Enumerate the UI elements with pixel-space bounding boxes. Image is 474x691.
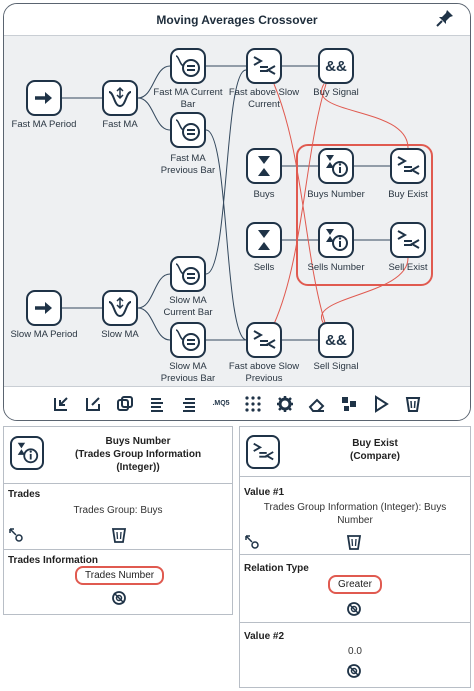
relation-type-label: Relation Type <box>244 563 309 574</box>
trades-information-label: Trades Information <box>8 555 99 566</box>
relation-type-section: Relation Type Greater <box>240 555 470 623</box>
fast-ma-label: Fast MA <box>102 119 138 130</box>
fast-above-slow-current-node[interactable] <box>246 48 282 84</box>
value-1-section: Value #1 Trades Group Information (Integ… <box>240 477 470 555</box>
panel-header: Buys Number (Trades Group Information (I… <box>4 427 232 484</box>
mq5-export-icon[interactable]: .MQ5 <box>205 390 237 418</box>
link-icon[interactable] <box>244 534 260 550</box>
buy-signal-label: Buy Signal <box>313 87 359 98</box>
compare-icon <box>253 56 276 75</box>
trades-value: Trades Group: Buys <box>73 505 163 516</box>
arrow-right-icon <box>35 92 52 104</box>
fast-ma-period-node[interactable] <box>26 80 62 116</box>
series-value-icon <box>175 263 200 285</box>
moving-average-icon <box>108 296 132 318</box>
buy-signal-node[interactable]: && <box>318 48 354 84</box>
fast-ma-previous-bar-node[interactable] <box>170 112 206 148</box>
series-value-icon <box>175 119 200 141</box>
value-2-label: Value #2 <box>244 631 285 642</box>
gear-icon[interactable] <box>269 390 301 418</box>
play-icon[interactable] <box>365 390 397 418</box>
link-icon[interactable] <box>8 527 24 543</box>
sell-signal-node[interactable]: && <box>318 322 354 358</box>
panel-title: Buy Exist (Compare) <box>349 438 400 462</box>
target-icon[interactable] <box>346 601 362 617</box>
slow-ma-previous-bar-node[interactable] <box>170 322 206 358</box>
node-canvas[interactable]: Fast MA Period Fast MA Fast MA Current Ba… <box>4 36 470 388</box>
sells-node[interactable] <box>246 222 282 258</box>
moving-average-icon <box>108 86 132 108</box>
editor-toolbar: .MQ5 <box>4 386 470 420</box>
align-left-icon[interactable] <box>141 390 173 418</box>
fast-ma-previous-bar-label: Fast MA Previous Bar <box>160 153 216 176</box>
import-icon[interactable] <box>45 390 77 418</box>
buys-node[interactable] <box>246 148 282 184</box>
compare-icon <box>246 435 280 469</box>
delete-icon[interactable] <box>111 527 127 543</box>
fast-ma-current-bar-node[interactable] <box>170 48 206 84</box>
slow-ma-current-bar-node[interactable] <box>170 256 206 292</box>
editor-title: Moving Averages Crossover <box>4 4 470 36</box>
sell-signal-label: Sell Signal <box>313 361 359 372</box>
value-2-section: Value #2 0.0 <box>240 623 470 687</box>
target-icon[interactable] <box>346 663 362 679</box>
trades-information-section: Trades Information Trades Number <box>4 550 232 614</box>
value-1-value: Trades Group Information (Integer): Buys… <box>263 502 447 526</box>
strategy-editor: Moving Averages Crossover Fast MA Period… <box>3 3 471 421</box>
slow-ma-current-bar-label: Slow MA Current Bar <box>163 295 213 318</box>
series-value-icon <box>175 55 200 77</box>
panel-title: Buys Number (Trades Group Information (I… <box>74 436 202 473</box>
layout-icon[interactable] <box>333 390 365 418</box>
value-1-label: Value #1 <box>244 487 285 498</box>
slow-ma-node[interactable] <box>102 290 138 326</box>
fast-ma-node[interactable] <box>102 80 138 116</box>
pin-icon[interactable] <box>434 7 456 29</box>
copy-icon[interactable] <box>109 390 141 418</box>
slow-ma-period-node[interactable] <box>26 290 62 326</box>
value-2-value: 0.0 <box>348 646 362 657</box>
align-right-icon[interactable] <box>173 390 205 418</box>
target-icon[interactable] <box>111 590 127 606</box>
buys-number-properties-panel: Buys Number (Trades Group Information (I… <box>3 426 233 615</box>
delete-icon[interactable] <box>397 390 429 418</box>
trades-group-icon <box>258 156 270 176</box>
eraser-icon[interactable] <box>301 390 333 418</box>
fast-above-slow-previous-node[interactable] <box>246 322 282 358</box>
trades-information-select[interactable]: Trades Number <box>75 566 165 585</box>
series-value-icon <box>175 329 200 351</box>
delete-icon[interactable] <box>346 534 362 550</box>
panel-header: Buy Exist (Compare) <box>240 427 470 477</box>
selection-highlight <box>296 144 433 286</box>
trades-group-icon <box>258 230 270 250</box>
slow-ma-label: Slow MA <box>101 329 139 340</box>
grid-icon[interactable] <box>237 390 269 418</box>
buy-exist-properties-panel: Buy Exist (Compare) Value #1 Trades Grou… <box>239 426 471 688</box>
trades-section: Trades Trades Group: Buys <box>4 484 232 550</box>
relation-type-select[interactable]: Greater <box>328 575 382 594</box>
and-icon: && <box>325 331 347 349</box>
arrow-right-icon <box>35 302 52 314</box>
trades-label: Trades <box>8 489 41 500</box>
edit-icon[interactable] <box>77 390 109 418</box>
trades-info-icon <box>10 436 44 470</box>
and-icon: && <box>325 57 347 75</box>
compare-icon <box>253 330 276 349</box>
